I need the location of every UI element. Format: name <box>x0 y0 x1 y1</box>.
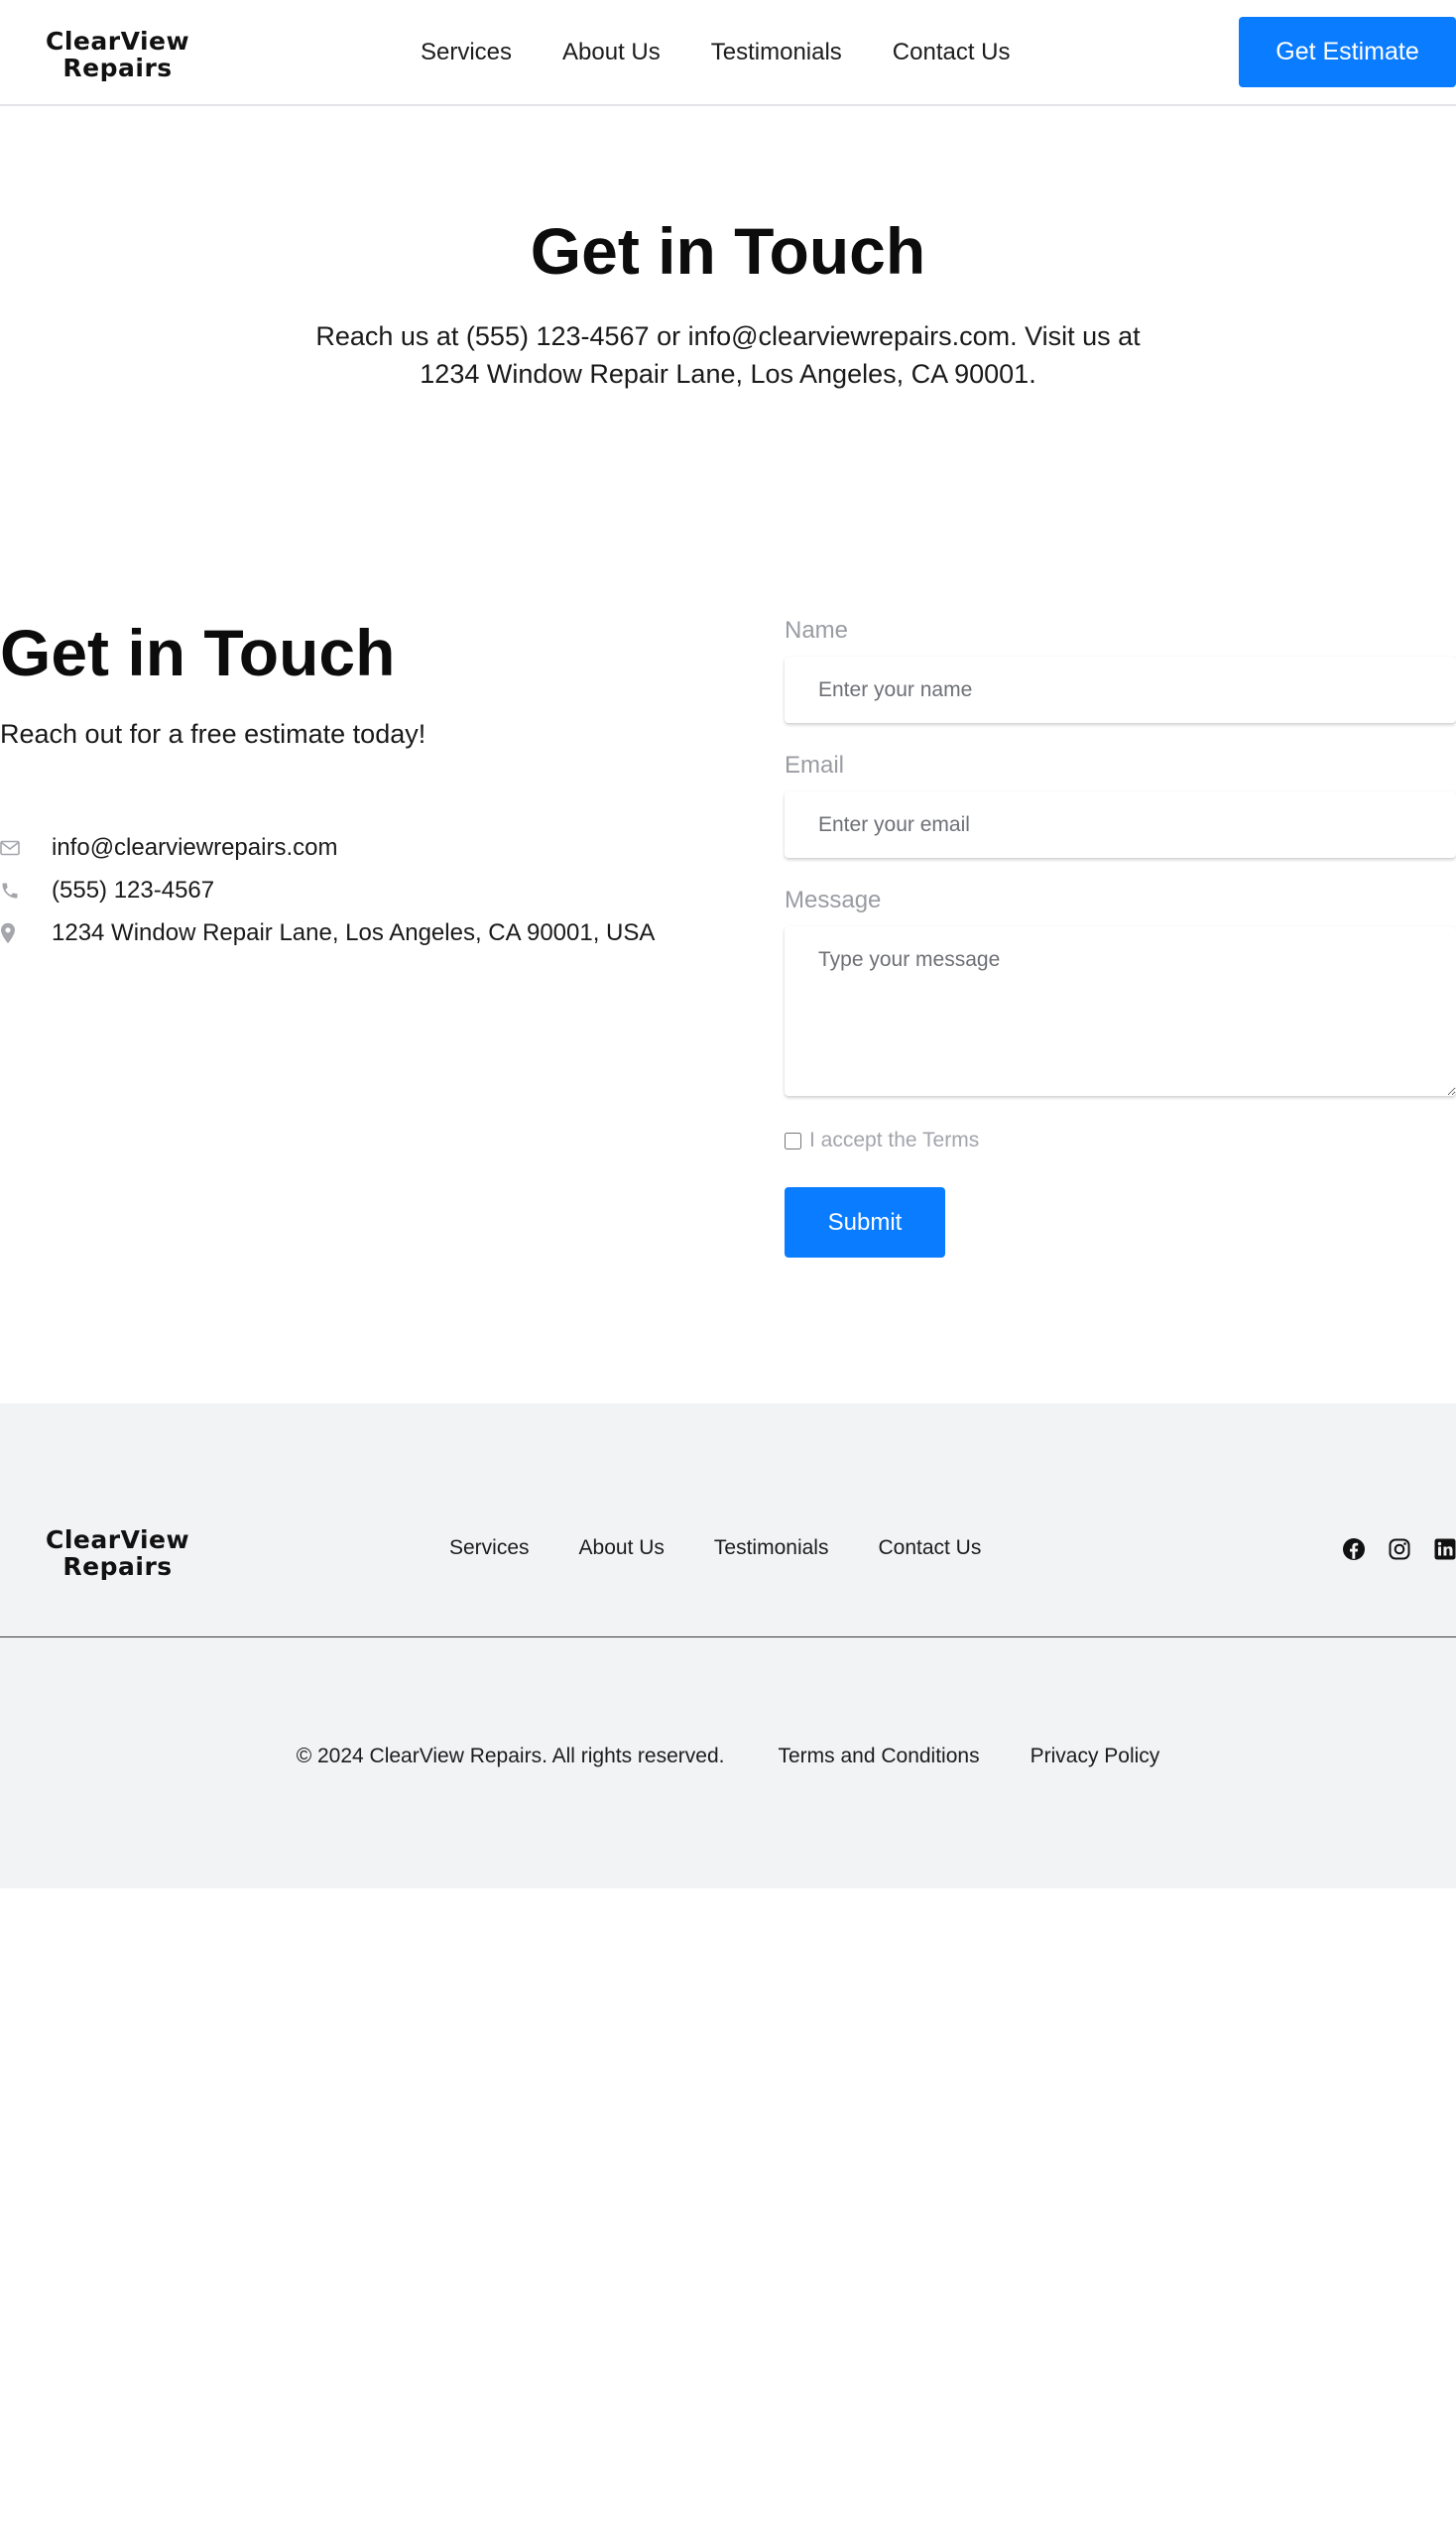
contact-info-address: 1234 Window Repair Lane, Los Angeles, CA… <box>0 911 655 954</box>
contact-info-list: info@clearviewrepairs.com (555) 123-4567… <box>0 826 655 954</box>
nav-about-us[interactable]: About Us <box>562 39 661 66</box>
name-label: Name <box>785 617 849 644</box>
contact-email-text[interactable]: info@clearviewrepairs.com <box>52 834 337 862</box>
name-field-group: Name <box>785 615 1456 723</box>
message-textarea[interactable] <box>785 926 1456 1096</box>
contact-info-email: info@clearviewrepairs.com <box>0 826 655 869</box>
contact-info-phone: (555) 123-4567 <box>0 869 655 911</box>
submit-button[interactable]: Submit <box>785 1187 945 1258</box>
hero-text: Reach us at (555) 123-4567 or info@clear… <box>315 321 1141 389</box>
logo-line-1: ClearView <box>46 27 190 56</box>
linkedin-icon[interactable] <box>1433 1537 1456 1561</box>
email-label: Email <box>785 752 845 779</box>
terms-checkbox[interactable] <box>785 1132 801 1149</box>
terms-label[interactable]: I accept the Terms <box>809 1129 979 1152</box>
get-estimate-button[interactable]: Get Estimate <box>1239 17 1456 87</box>
facebook-icon[interactable] <box>1342 1537 1366 1561</box>
contact-phone-text[interactable]: (555) 123-4567 <box>52 877 214 905</box>
phone-icon <box>0 880 22 902</box>
footer-nav-contact-us[interactable]: Contact Us <box>878 1536 981 1560</box>
footer-logo-line-2: Repairs <box>62 1552 173 1581</box>
footer-divider <box>0 1636 1456 1637</box>
envelope-icon <box>0 837 22 859</box>
nav-services[interactable]: Services <box>421 39 512 66</box>
logo-line-2: Repairs <box>62 54 173 82</box>
hero-title: Get in Touch <box>530 214 926 288</box>
instagram-icon[interactable] <box>1388 1537 1411 1561</box>
footer-logo[interactable]: ClearView Repairs <box>46 1527 189 1579</box>
footer-nav-testimonials[interactable]: Testimonials <box>714 1536 829 1560</box>
email-field-group: Email <box>785 750 1456 858</box>
terms-and-conditions-link[interactable]: Terms and Conditions <box>778 1745 979 1768</box>
contact-form: Name Email Message I accept the Terms Su… <box>785 615 1456 1258</box>
site-footer: ClearView Repairs Services About Us Test… <box>0 1403 1456 1888</box>
contact-title: Get in Touch <box>0 616 396 689</box>
copyright-text: © 2024 ClearView Repairs. All rights res… <box>296 1745 725 1767</box>
message-label: Message <box>785 887 882 913</box>
footer-nav-about-us[interactable]: About Us <box>579 1536 665 1560</box>
footer-nav-services[interactable]: Services <box>449 1536 530 1560</box>
message-field-group: Message <box>785 885 1456 1096</box>
logo[interactable]: ClearView Repairs <box>46 29 189 80</box>
name-input[interactable] <box>785 657 1456 723</box>
contact-address-text: 1234 Window Repair Lane, Los Angeles, CA… <box>52 918 656 946</box>
map-pin-icon <box>0 922 22 944</box>
footer-logo-line-1: ClearView <box>46 1525 190 1554</box>
social-links <box>1342 1537 1456 1561</box>
main-nav: Services About Us Testimonials Contact U… <box>421 0 1061 104</box>
site-header: ClearView Repairs Services About Us Test… <box>0 0 1456 106</box>
terms-row: I accept the Terms <box>785 1126 1456 1155</box>
footer-nav: Services About Us Testimonials Contact U… <box>449 1536 1031 1560</box>
privacy-policy-link[interactable]: Privacy Policy <box>1031 1745 1160 1768</box>
contact-subtitle: Reach out for a free estimate today! <box>0 719 426 749</box>
email-input[interactable] <box>785 791 1456 858</box>
footer-bottom-bar: © 2024 ClearView Repairs. All rights res… <box>0 1745 1456 1768</box>
nav-testimonials[interactable]: Testimonials <box>711 39 842 66</box>
nav-contact-us[interactable]: Contact Us <box>893 39 1011 66</box>
